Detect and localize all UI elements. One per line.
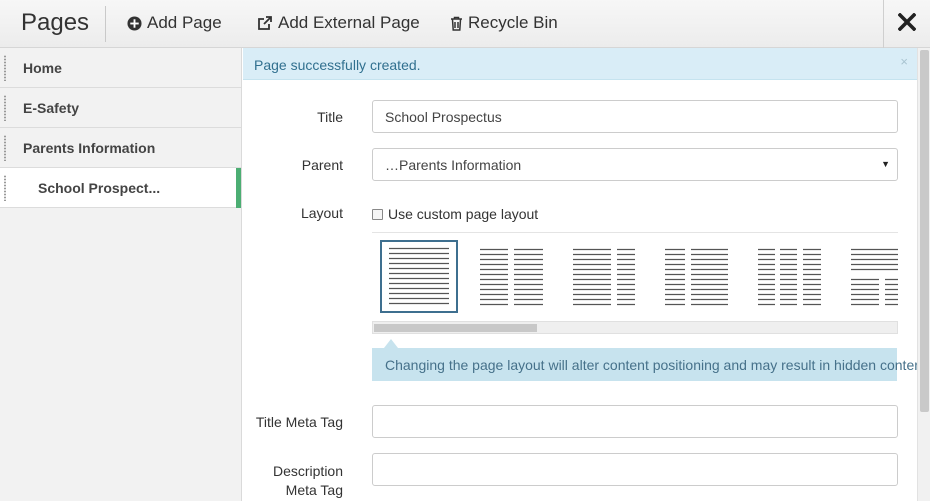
- sidebar-item-label: School Prospect...: [38, 180, 161, 196]
- title-meta-label: Title Meta Tag: [255, 414, 343, 430]
- description-meta-label: Description Meta Tag: [250, 462, 343, 500]
- layout-wide-left-icon: [573, 248, 635, 306]
- scrollbar-thumb[interactable]: [374, 324, 537, 332]
- recycle-bin-button[interactable]: Recycle Bin: [450, 13, 558, 33]
- recycle-bin-label: Recycle Bin: [468, 13, 558, 32]
- title-label: Title: [317, 109, 343, 125]
- layout-option-wide-right[interactable]: [659, 240, 737, 313]
- page-tree-sidebar: Home E-Safety Parents Information School…: [0, 48, 242, 501]
- custom-layout-label: Use custom page layout: [388, 206, 539, 222]
- layout-single-column-icon: [389, 247, 449, 305]
- drag-handle-icon[interactable]: [3, 135, 7, 161]
- sidebar-item-label: E-Safety: [23, 100, 80, 116]
- layout-picker: [372, 238, 898, 318]
- add-external-page-button[interactable]: Add External Page: [257, 13, 420, 33]
- alert-close-icon[interactable]: ×: [900, 54, 908, 69]
- parent-label: Parent: [301, 157, 343, 173]
- top-toolbar: Pages Add Page Add External Page Recycle…: [0, 0, 930, 48]
- sidebar-item-label: Parents Information: [23, 140, 156, 156]
- toolbar-divider: [105, 6, 106, 42]
- sidebar-item-school-prospectus[interactable]: School Prospect...: [0, 168, 241, 208]
- caret-down-icon: ▼: [881, 159, 890, 169]
- close-button[interactable]: [883, 0, 930, 48]
- layout-option-wide-left[interactable]: [567, 240, 645, 313]
- layout-option-two-column[interactable]: [474, 240, 552, 313]
- layout-label: Layout: [300, 205, 343, 221]
- parent-select-value: …Parents Information: [385, 156, 522, 173]
- parent-select[interactable]: …Parents Information ▼: [372, 148, 898, 181]
- active-indicator: [236, 168, 241, 208]
- layout-horizontal-scrollbar[interactable]: [372, 321, 898, 334]
- title-meta-input[interactable]: [372, 405, 898, 438]
- description-meta-label-line2: Meta Tag: [285, 482, 343, 498]
- add-page-label: Add Page: [147, 13, 222, 32]
- page-title: Pages: [21, 9, 90, 36]
- sidebar-item-home[interactable]: Home: [0, 48, 241, 88]
- drag-handle-icon[interactable]: [3, 55, 7, 81]
- layout-warning: Changing the page layout will alter cont…: [372, 348, 930, 381]
- layout-option-single-column[interactable]: [380, 240, 458, 313]
- description-meta-label-line1: Description: [272, 463, 343, 479]
- layout-three-column-icon: [758, 248, 821, 306]
- layout-option-three-column[interactable]: [752, 240, 830, 313]
- plus-circle-icon: [127, 15, 142, 31]
- description-meta-input[interactable]: [372, 453, 898, 486]
- add-external-page-label: Add External Page: [278, 13, 420, 32]
- checkbox-box[interactable]: [372, 208, 383, 220]
- custom-layout-checkbox[interactable]: Use custom page layout: [372, 206, 538, 222]
- sidebar-item-label: Home: [23, 60, 62, 76]
- layout-warning-text: Changing the page layout will alter cont…: [385, 356, 930, 373]
- trash-icon: [450, 16, 463, 31]
- alert-message: Page successfully created.: [254, 57, 421, 73]
- layout-wide-right-icon: [665, 248, 728, 306]
- sidebar-item-e-safety[interactable]: E-Safety: [0, 88, 241, 128]
- drag-handle-icon[interactable]: [3, 95, 7, 121]
- add-page-button[interactable]: Add Page: [127, 13, 222, 33]
- success-alert: Page successfully created. ×: [243, 48, 917, 80]
- divider: [372, 232, 898, 233]
- main-vertical-scrollbar[interactable]: [917, 48, 930, 501]
- close-icon: [897, 11, 917, 36]
- scrollbar-thumb[interactable]: [920, 50, 929, 412]
- layout-option-header-two-column[interactable]: [845, 240, 898, 313]
- drag-handle-icon[interactable]: [3, 175, 7, 201]
- layout-two-column-icon: [480, 248, 543, 306]
- layout-header-two-column-icon: [851, 248, 898, 306]
- external-link-icon: [257, 15, 273, 31]
- sidebar-item-parents-information[interactable]: Parents Information: [0, 128, 241, 168]
- info-pointer: [384, 339, 398, 348]
- title-input-value: School Prospectus: [385, 108, 502, 125]
- title-input[interactable]: School Prospectus: [372, 100, 898, 133]
